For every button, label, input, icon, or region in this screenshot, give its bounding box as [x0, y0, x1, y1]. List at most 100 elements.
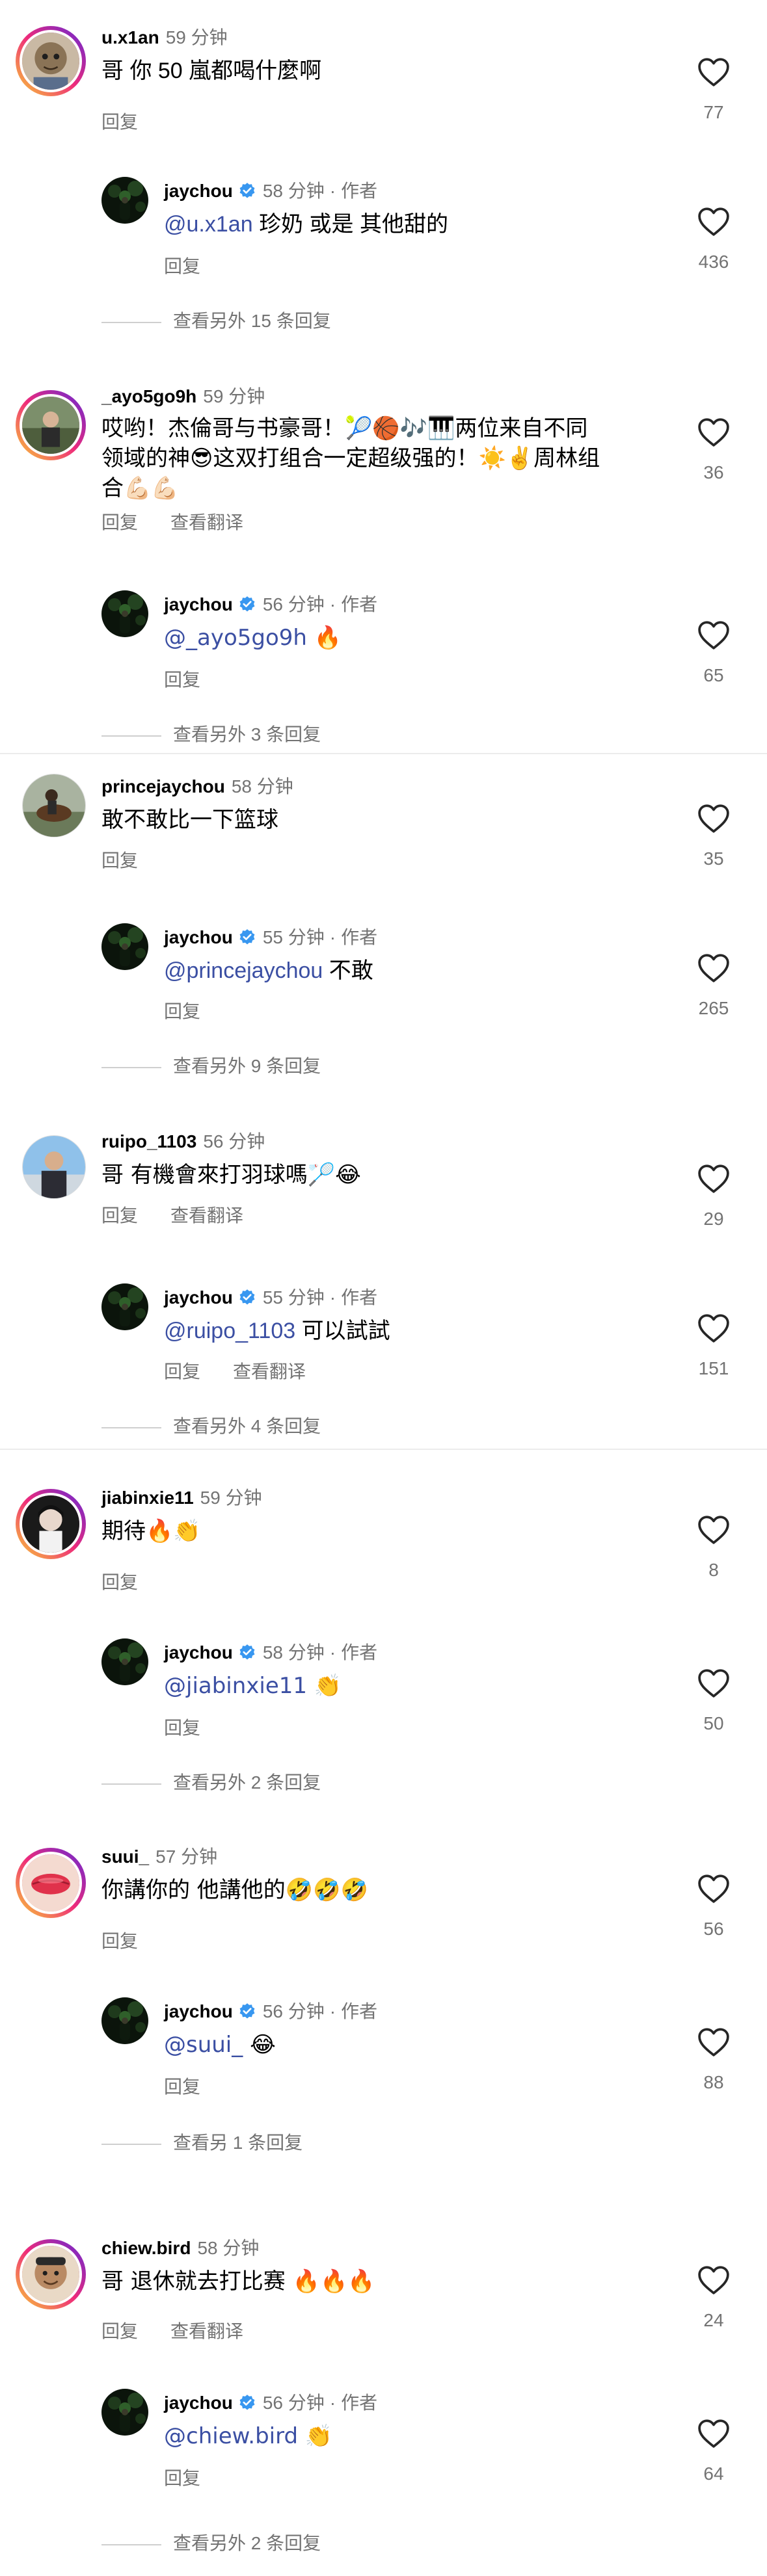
username[interactable]: jaychou [164, 181, 233, 201]
heart-icon[interactable] [697, 1164, 730, 1194]
comment-text: 哥 有機會來打羽球嗎🏸😂 [101, 1162, 361, 1188]
username[interactable]: princejaychou [101, 776, 225, 796]
reply-button[interactable]: 回复 [164, 1001, 200, 1021]
avatar[interactable] [16, 390, 86, 460]
view-more-replies[interactable]: 查看另外 15 条回复 [101, 309, 331, 333]
heart-icon[interactable] [697, 1515, 730, 1545]
translate-button[interactable]: 查看翻译 [170, 1205, 243, 1226]
avatar[interactable] [101, 1997, 148, 2044]
avatar[interactable] [101, 1638, 148, 1685]
username[interactable]: jaychou [164, 2393, 233, 2413]
heart-icon[interactable] [697, 417, 730, 447]
username[interactable]: jaychou [164, 927, 233, 947]
username[interactable]: u.x1an [101, 27, 159, 47]
translate-button[interactable]: 查看翻译 [170, 512, 243, 532]
verified-badge-icon [238, 928, 256, 947]
reply-button[interactable]: 回复 [164, 2077, 200, 2097]
avatar[interactable] [101, 177, 148, 224]
reply-button[interactable]: 回复 [101, 512, 138, 532]
mention-link[interactable]: @chiew.bird [164, 2423, 298, 2449]
username[interactable]: jaychou [164, 1287, 233, 1308]
view-more-replies[interactable]: 查看另外 2 条回复 [101, 2532, 321, 2555]
avatar[interactable] [16, 1848, 86, 1918]
like-button[interactable]: 265 [689, 953, 738, 1019]
timestamp: 56 分钟 [262, 2393, 325, 2413]
reply-button[interactable]: 回复 [164, 1718, 200, 1738]
author-label: 作者 [341, 1287, 378, 1308]
username[interactable]: ruipo_1103 [101, 1131, 196, 1151]
reply-button[interactable]: 回复 [101, 1205, 138, 1226]
view-more-replies[interactable]: 查看另外 4 条回复 [101, 1415, 321, 1438]
like-button[interactable]: 88 [689, 2027, 738, 2094]
reply-text: @_ayo5go9h 🔥 [164, 625, 342, 651]
view-more-replies[interactable]: 查看另外 2 条回复 [101, 1771, 321, 1794]
like-count: 65 [703, 665, 724, 685]
heart-icon[interactable] [697, 207, 730, 237]
mention-link[interactable]: @jiabinxie11 [164, 1673, 307, 1699]
avatar[interactable] [101, 590, 148, 637]
username[interactable]: _ayo5go9h [101, 386, 196, 406]
avatar[interactable] [22, 1135, 86, 1199]
mention-link[interactable]: @suui_ [164, 2032, 243, 2058]
reply-button[interactable]: 回复 [164, 1361, 200, 1382]
avatar[interactable] [101, 923, 148, 970]
timestamp: 56 分钟 [262, 594, 325, 614]
like-count: 36 [703, 462, 724, 482]
heart-icon[interactable] [697, 1668, 730, 1698]
username[interactable]: jaychou [164, 594, 233, 614]
reply-button[interactable]: 回复 [101, 112, 138, 132]
heart-icon[interactable] [697, 1874, 730, 1904]
timestamp: 58 分钟 [262, 1642, 325, 1663]
heart-icon[interactable] [697, 2265, 730, 2295]
like-button[interactable]: 36 [689, 417, 738, 484]
avatar[interactable] [16, 26, 86, 96]
like-button[interactable]: 50 [689, 1668, 738, 1735]
reply-button[interactable]: 回复 [164, 2468, 200, 2488]
username[interactable]: suui_ [101, 1847, 149, 1867]
like-button[interactable]: 436 [689, 207, 738, 273]
like-button[interactable]: 77 [689, 57, 738, 124]
author-label: 作者 [341, 2001, 378, 2021]
reply-button[interactable]: 回复 [164, 670, 200, 690]
avatar[interactable] [16, 1489, 86, 1559]
username[interactable]: chiew.bird [101, 2238, 191, 2258]
view-more-replies[interactable]: 查看另外 9 条回复 [101, 1055, 321, 1078]
like-button[interactable]: 65 [689, 620, 738, 687]
reply-button[interactable]: 回复 [101, 1572, 138, 1592]
mention-link[interactable]: @_ayo5go9h [164, 625, 307, 651]
view-more-replies[interactable]: 查看另外 3 条回复 [101, 723, 321, 746]
like-button[interactable]: 56 [689, 1874, 738, 1940]
reply-button[interactable]: 回复 [101, 2321, 138, 2341]
like-button[interactable]: 8 [689, 1515, 738, 1581]
like-button[interactable]: 64 [689, 2419, 738, 2485]
like-button[interactable]: 35 [689, 804, 738, 870]
mention-link[interactable]: @princejaychou [164, 958, 323, 983]
heart-icon[interactable] [697, 804, 730, 834]
avatar[interactable] [22, 774, 86, 837]
like-button[interactable]: 24 [689, 2265, 738, 2332]
verified-badge-icon [238, 1644, 256, 1662]
reply-button[interactable]: 回复 [164, 256, 200, 276]
username[interactable]: jiabinxie11 [101, 1488, 194, 1508]
avatar[interactable] [101, 2389, 148, 2436]
like-button[interactable]: 151 [689, 1313, 738, 1380]
avatar[interactable] [16, 2239, 86, 2309]
heart-icon[interactable] [697, 953, 730, 983]
heart-icon[interactable] [697, 620, 730, 650]
mention-link[interactable]: @u.x1an [164, 212, 253, 237]
username[interactable]: jaychou [164, 1642, 233, 1663]
heart-icon[interactable] [697, 1313, 730, 1343]
mention-link[interactable]: @ruipo_1103 [164, 1319, 295, 1343]
like-count: 64 [703, 2464, 724, 2484]
heart-icon[interactable] [697, 2419, 730, 2449]
translate-button[interactable]: 查看翻译 [233, 1361, 306, 1382]
view-more-replies[interactable]: 查看另 1 条回复 [101, 2131, 303, 2155]
heart-icon[interactable] [697, 57, 730, 87]
reply-button[interactable]: 回复 [101, 850, 138, 871]
username[interactable]: jaychou [164, 2001, 233, 2021]
translate-button[interactable]: 查看翻译 [170, 2321, 243, 2341]
heart-icon[interactable] [697, 2027, 730, 2057]
reply-button[interactable]: 回复 [101, 1931, 138, 1951]
like-button[interactable]: 29 [689, 1164, 738, 1230]
avatar[interactable] [101, 1283, 148, 1330]
